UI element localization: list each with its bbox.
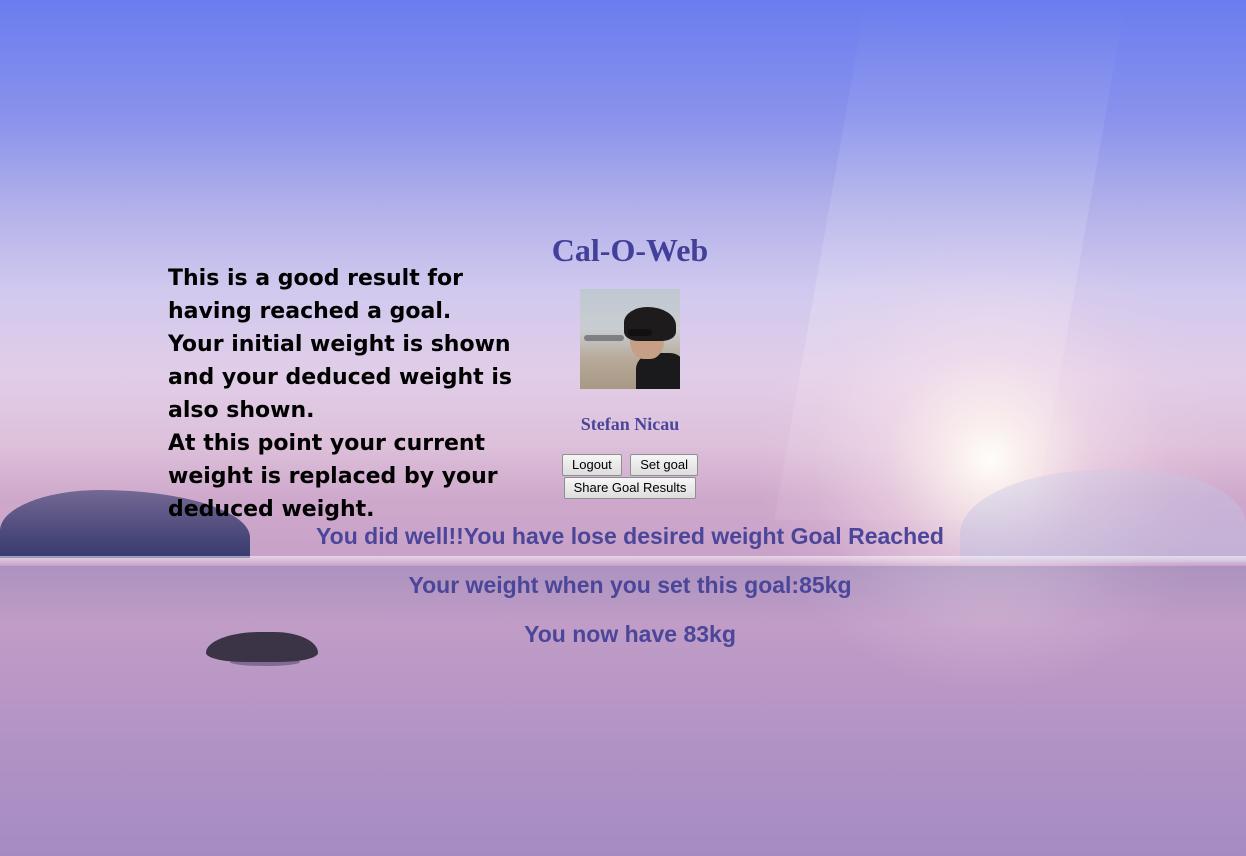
initial-weight-text: Your weight when you set this goal:85kg — [408, 572, 852, 598]
share-goal-results-button[interactable]: Share Goal Results — [563, 477, 697, 499]
logout-button[interactable]: Logout — [562, 454, 622, 476]
description-line: Your initial weight is shown and your de… — [168, 332, 512, 423]
button-row: Logout Set goal — [480, 454, 780, 476]
button-row: Share Goal Results — [480, 477, 780, 499]
set-goal-button[interactable]: Set goal — [630, 454, 698, 476]
description-line: This is a good result for having reached… — [168, 266, 463, 324]
avatar-sunglasses — [628, 329, 652, 336]
results-panel: You did well!!You have lose desired weig… — [230, 522, 1030, 669]
avatar-background-people — [584, 335, 624, 341]
profile-panel: Cal-O-Web Stefan Nicau Logout Set goal S… — [480, 228, 780, 499]
description-text: This is a good result for having reached… — [168, 262, 528, 526]
current-weight-text: You now have 83kg — [524, 621, 736, 647]
goal-reached-message: You did well!!You have lose desired weig… — [316, 523, 944, 549]
description-line: At this point your current weight is rep… — [168, 431, 498, 522]
app-title: Cal-O-Web — [551, 232, 709, 268]
user-name: Stefan Nicau — [580, 414, 680, 434]
avatar — [580, 289, 680, 389]
